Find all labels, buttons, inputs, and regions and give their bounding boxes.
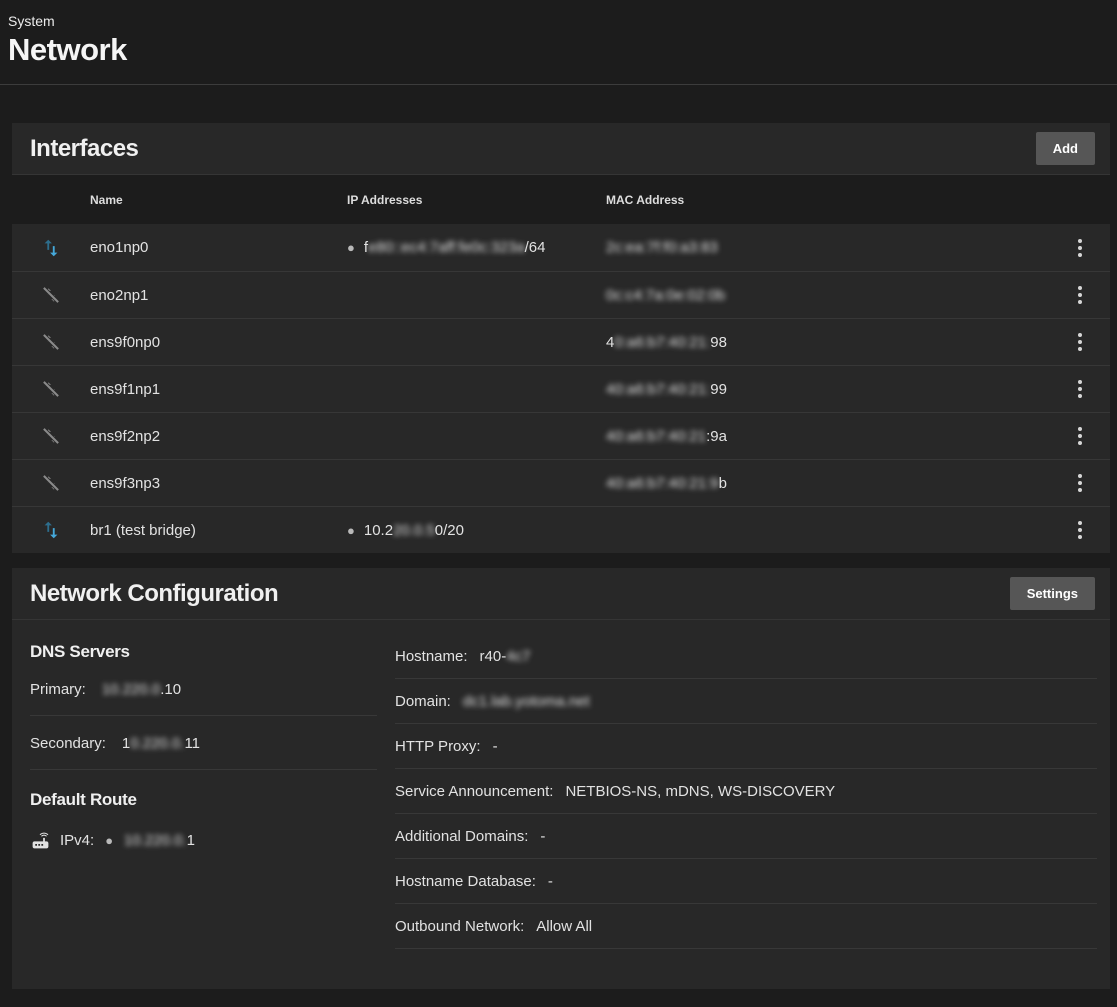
row-menu-kebab-icon[interactable] <box>1072 374 1088 404</box>
interfaces-table-body: eno1np0●fe80::ec4:7aff:fe0c:323a/642c:ea… <box>12 224 1110 553</box>
interface-ip-addresses: ● fe80::ec4:7aff:fe0c:323a/64 <box>347 239 606 256</box>
ip-address-value: fe80::ec4:7aff:fe0c:323a/64 <box>364 239 546 256</box>
dns-primary-row: Primary: 10.220.0.10 <box>30 662 377 716</box>
config-label: Domain: <box>395 693 451 710</box>
interface-mac-address: 40:a6:b7:40:21:9a <box>606 428 1050 445</box>
row-menu-kebab-icon[interactable] <box>1072 468 1088 498</box>
interfaces-card-header: Interfaces Add <box>12 123 1110 175</box>
default-route-row: IPv4: ● 10.220.0.1 <box>30 830 377 851</box>
router-icon <box>30 830 51 851</box>
config-value: - <box>493 738 498 755</box>
interface-disconnected-icon <box>12 472 90 494</box>
interface-name: ens9f3np3 <box>90 475 347 492</box>
interface-row: ens9f0np0 40:a6:b7:40:21:98 <box>12 318 1110 365</box>
breadcrumb[interactable]: System <box>8 13 1109 29</box>
settings-button[interactable]: Settings <box>1010 577 1095 610</box>
config-row-hostname-database: Hostname Database:- <box>395 859 1097 904</box>
ip-bullet: ● <box>347 523 355 538</box>
interface-mac-address: 2c:ea:7f:f0:a3:83 <box>606 239 1050 256</box>
interface-ip-addresses: ● 10.220.0.50/20 <box>347 522 606 539</box>
network-configuration-title: Network Configuration <box>30 580 278 608</box>
details-column: Hostname: r40-4c7 Domain: dc1.lab.yotoma.ne… <box>395 634 1097 949</box>
ip-bullet: ● <box>347 240 355 255</box>
network-configuration-header: Network Configuration Settings <box>12 568 1110 620</box>
network-configuration-body: DNS Servers Primary: 10.220.0.10 Secondar… <box>12 620 1110 949</box>
interface-row: ens9f1np1 40:a6:b7:40:21:99 <box>12 365 1110 412</box>
config-label: Outbound Network: <box>395 918 524 935</box>
config-value: NETBIOS-NS, mDNS, WS-DISCOVERY <box>565 783 835 800</box>
network-configuration-card: Network Configuration Settings DNS Serve… <box>12 568 1110 989</box>
config-value: r40-4c7 <box>480 648 531 665</box>
interface-mac-address: 0c:c4:7a:0e:02:0b <box>606 287 1050 304</box>
config-row-additional-domains: Additional Domains:- <box>395 814 1097 859</box>
interface-disconnected-icon <box>12 284 90 306</box>
row-menu-kebab-icon[interactable] <box>1072 233 1088 263</box>
config-value: dc1.lab.yotoma.net <box>463 693 590 710</box>
page-header: System Network <box>0 0 1117 68</box>
ipv4-value: 10.220.0.1 <box>124 832 195 849</box>
interface-mac-address: 40:a6:b7:40:21:9b <box>606 475 1050 492</box>
config-label: Hostname: <box>395 648 468 665</box>
column-header-name: Name <box>90 193 347 207</box>
interface-name: ens9f2np2 <box>90 428 347 445</box>
interface-row: ens9f2np2 40:a6:b7:40:21:9a <box>12 412 1110 459</box>
interface-row: br1 (test bridge)● 10.220.0.50/20 <box>12 506 1110 553</box>
page-title: Network <box>8 32 1109 68</box>
row-menu-kebab-icon[interactable] <box>1072 421 1088 451</box>
config-label: Additional Domains: <box>395 828 528 845</box>
interface-disconnected-icon <box>12 331 90 353</box>
dns-column: DNS Servers Primary: 10.220.0.10 Secondar… <box>30 634 377 949</box>
dns-secondary-label: Secondary: <box>30 735 106 752</box>
dns-primary-label: Primary: <box>30 681 86 698</box>
interfaces-card: Interfaces Add Name IP Addresses MAC Add… <box>12 123 1110 553</box>
interfaces-title: Interfaces <box>30 135 138 163</box>
interface-mac-address: 40:a6:b7:40:21:98 <box>606 334 1050 351</box>
interface-name: br1 (test bridge) <box>90 522 347 539</box>
dns-secondary-row: Secondary: 10.220.0.11 <box>30 716 377 770</box>
config-row-service-announcement: Service Announcement: NETBIOS-NS, mDNS, W… <box>395 769 1097 814</box>
config-label: HTTP Proxy: <box>395 738 481 755</box>
dns-primary-value: 10.220.0.10 <box>102 681 181 698</box>
interface-name: eno1np0 <box>90 239 347 256</box>
interface-name: ens9f1np1 <box>90 381 347 398</box>
row-menu-kebab-icon[interactable] <box>1072 280 1088 310</box>
row-menu-kebab-icon[interactable] <box>1072 515 1088 545</box>
interface-row: eno2np1 0c:c4:7a:0e:02:0b <box>12 271 1110 318</box>
interface-row: eno1np0● fe80::ec4:7aff:fe0c:323a/64 2c:ea… <box>12 224 1110 271</box>
row-menu-kebab-icon[interactable] <box>1072 327 1088 357</box>
config-label: Hostname Database: <box>395 873 536 890</box>
column-header-ip: IP Addresses <box>347 193 606 207</box>
ip-address-value: 10.220.0.50/20 <box>364 522 464 539</box>
column-header-mac: MAC Address <box>606 193 1050 207</box>
config-value: Allow All <box>536 918 592 935</box>
default-route-heading: Default Route <box>30 790 377 810</box>
interfaces-table-header: Name IP Addresses MAC Address <box>12 175 1110 224</box>
config-row-domain: Domain: dc1.lab.yotoma.net <box>395 679 1097 724</box>
interface-up-arrows-icon <box>12 237 90 259</box>
config-value: - <box>548 873 553 890</box>
config-row-hostname: Hostname: r40-4c7 <box>395 634 1097 679</box>
config-label: Service Announcement: <box>395 783 553 800</box>
ipv4-bullet: ● <box>105 833 113 848</box>
interface-name: ens9f0np0 <box>90 334 347 351</box>
interface-mac-address: 40:a6:b7:40:21:99 <box>606 381 1050 398</box>
interface-name: eno2np1 <box>90 287 347 304</box>
config-value: - <box>540 828 545 845</box>
add-interface-button[interactable]: Add <box>1036 132 1095 165</box>
interface-disconnected-icon <box>12 378 90 400</box>
config-row-outbound-network: Outbound Network: Allow All <box>395 904 1097 949</box>
interface-up-arrows-icon <box>12 519 90 541</box>
config-row-http-proxy: HTTP Proxy:- <box>395 724 1097 769</box>
interface-disconnected-icon <box>12 425 90 447</box>
dns-secondary-value: 10.220.0.11 <box>122 735 200 752</box>
interface-row: ens9f3np3 40:a6:b7:40:21:9b <box>12 459 1110 506</box>
header-divider <box>0 84 1117 85</box>
ipv4-label: IPv4: <box>60 832 94 849</box>
dns-servers-heading: DNS Servers <box>30 642 377 662</box>
